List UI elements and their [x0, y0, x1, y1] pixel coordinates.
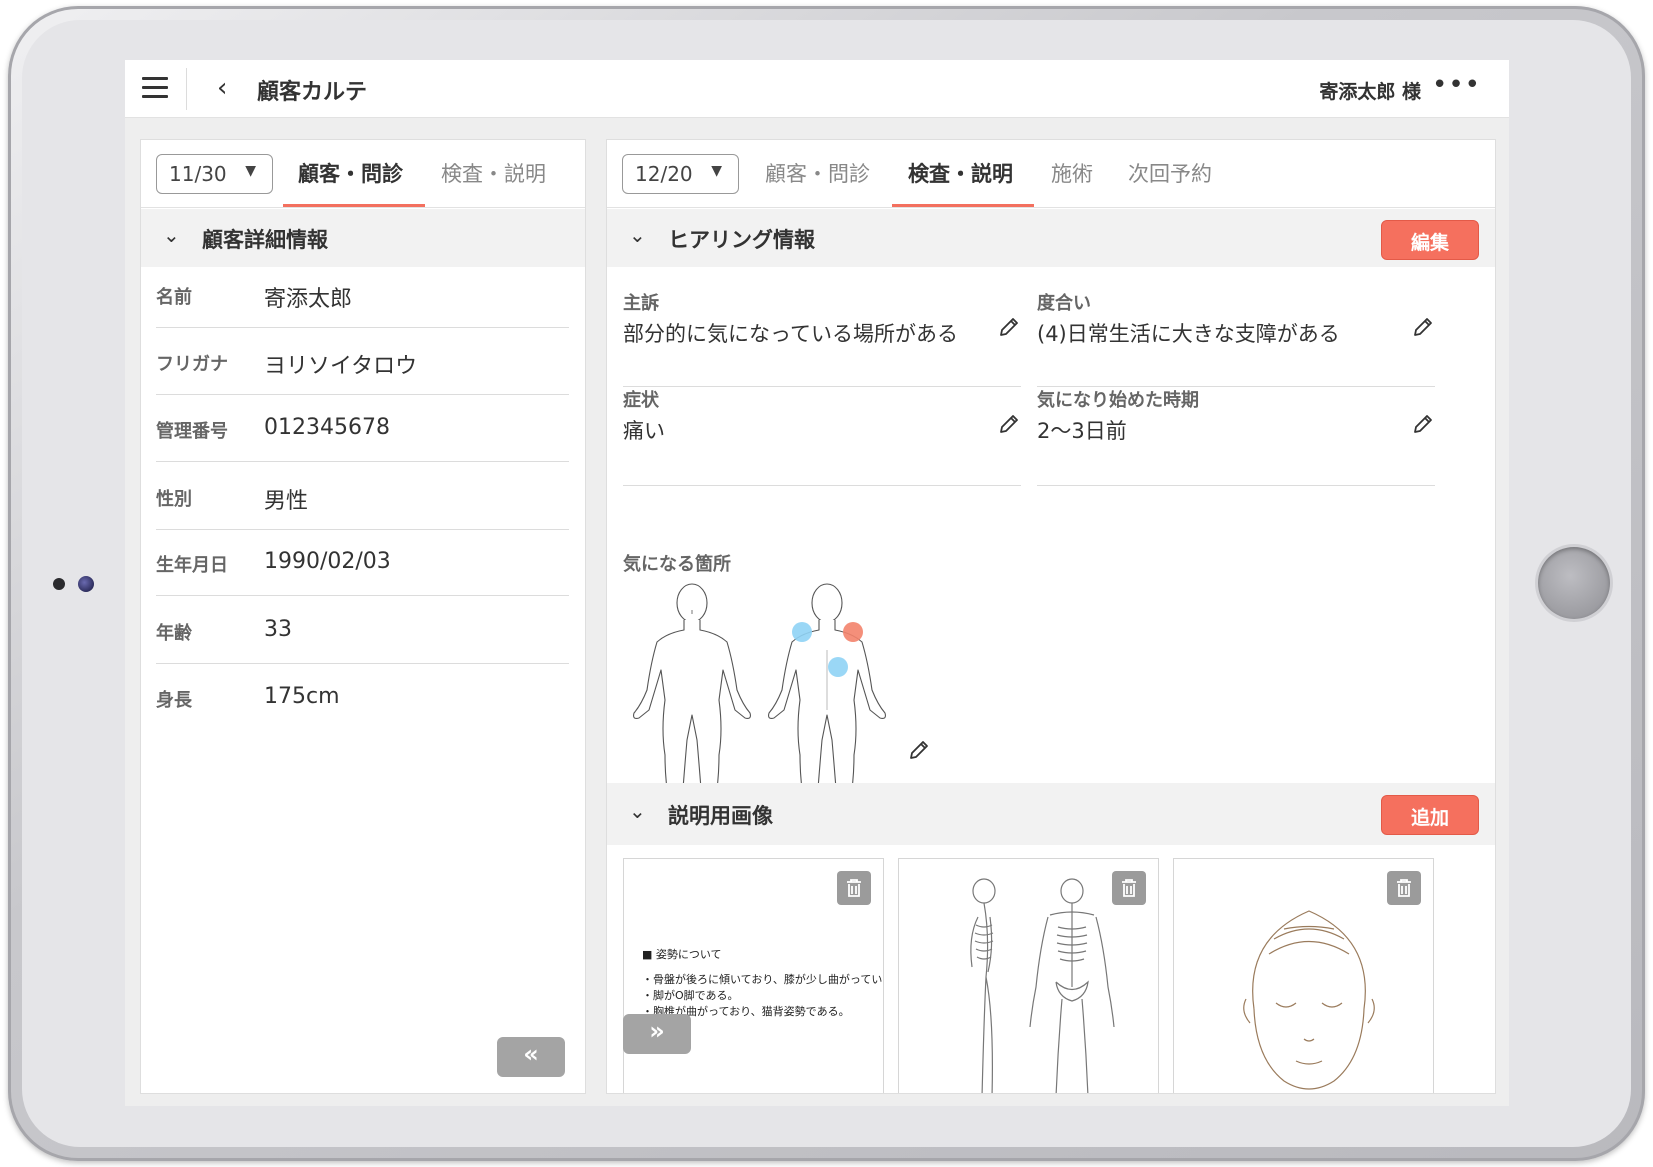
chevron-down-icon[interactable]: ⌄: [163, 223, 180, 247]
hearing-title: ヒアリング情報: [668, 228, 815, 252]
more-options-icon[interactable]: •••: [1432, 70, 1481, 100]
chevron-down-icon[interactable]: ⌄: [629, 223, 646, 247]
field-value: 部分的に気になっている場所がある: [623, 322, 958, 346]
info-row-birthdate: 生年月日 1990/02/03: [156, 529, 569, 596]
info-label: 生年月日: [156, 555, 228, 576]
right-panel: 12/20 ▼ 顧客・問診 検査・説明 施術 次回予約 ⌄ ヒアリング情報 編集…: [606, 139, 1496, 1094]
info-label: フリガナ: [156, 354, 228, 375]
images-title: 説明用画像: [668, 804, 773, 828]
right-tab-underline: [892, 204, 1034, 207]
info-value: 男性: [264, 489, 309, 514]
field-value: 痛い: [623, 419, 665, 443]
camera-lens: [78, 576, 94, 592]
concern-area-label: 気になる箇所: [623, 554, 731, 575]
memo-line: ■ 姿勢について: [642, 948, 722, 961]
info-label: 身長: [156, 690, 192, 711]
images-header: ⌄ 説明用画像 追加: [607, 783, 1495, 845]
right-tab-customer[interactable]: 顧客・問診: [765, 158, 870, 188]
info-row-height: 身長 175cm: [156, 664, 569, 731]
pencil-icon[interactable]: [997, 412, 1021, 436]
topbar-divider: [186, 68, 187, 110]
info-row-furigana: フリガナ ヨリソイタロウ: [156, 328, 569, 395]
right-date-select[interactable]: 12/20 ▼: [622, 154, 739, 194]
caret-down-icon: ▼: [245, 163, 256, 179]
concern-marker-right-shoulder[interactable]: [843, 622, 863, 642]
memo-line: ・骨盤が後ろに傾いており、膝が少し曲がっている。: [642, 973, 884, 986]
info-value: 33: [264, 617, 292, 642]
chevron-down-icon[interactable]: ⌄: [629, 799, 646, 823]
left-panel: 11/30 ▼ 顧客・問診 検査・説明 ⌄ 顧客詳細情報 名前 寄添太郎 フリガ…: [140, 139, 586, 1094]
app-screen: ‹ 顧客カルテ 寄添太郎 様 ••• 11/30 ▼ 顧客・問診 検査・説明 ⌄…: [125, 60, 1509, 1106]
collapse-left-button[interactable]: «: [497, 1037, 565, 1077]
double-chevron-right-icon: »: [649, 1017, 665, 1045]
user-name: 寄添太郎 様: [1319, 81, 1421, 103]
pencil-icon[interactable]: [907, 738, 931, 762]
left-tab-underline: [283, 204, 425, 207]
left-tab-exam[interactable]: 検査・説明: [441, 158, 546, 188]
trash-icon: [1397, 879, 1411, 897]
trash-button[interactable]: [837, 871, 871, 905]
back-chevron-icon[interactable]: ‹: [217, 74, 227, 102]
expand-button[interactable]: »: [623, 1014, 691, 1054]
right-date-value: 12/20: [635, 162, 693, 186]
left-date-select[interactable]: 11/30 ▼: [156, 154, 273, 194]
field-value: (4)日常生活に大きな支障がある: [1037, 322, 1340, 346]
info-row-age: 年齢 33: [156, 597, 569, 664]
page-title: 顧客カルテ: [257, 80, 368, 105]
right-tabbar: 12/20 ▼ 顧客・問診 検査・説明 施術 次回予約: [607, 140, 1495, 208]
field-onset: 気になり始めた時期 2〜3日前: [1037, 386, 1435, 486]
field-chief-complaint: 主訴 部分的に気になっている場所がある: [623, 289, 1021, 387]
left-date-value: 11/30: [169, 162, 227, 186]
memo-line: ・脚がO脚である。: [642, 989, 739, 1002]
customer-detail-header: ⌄ 顧客詳細情報: [141, 209, 585, 267]
face-illustration: [1243, 910, 1375, 1090]
trash-button[interactable]: [1387, 871, 1421, 905]
field-label: 度合い: [1037, 293, 1091, 314]
double-chevron-left-icon: «: [523, 1040, 539, 1068]
right-tab-next-booking[interactable]: 次回予約: [1128, 158, 1212, 188]
hamburger-menu-icon[interactable]: [142, 77, 168, 99]
skeleton-illustration: [970, 878, 1115, 1093]
sensor-dot: [53, 578, 65, 590]
info-row-name: 名前 寄添太郎: [156, 261, 569, 328]
info-value: 寄添太郎: [264, 287, 353, 312]
field-symptom: 症状 痛い: [623, 386, 1021, 486]
left-tab-customer[interactable]: 顧客・問診: [298, 158, 403, 188]
info-label: 性別: [156, 489, 192, 510]
info-row-id: 管理番号 012345678: [156, 395, 569, 462]
left-tabbar: 11/30 ▼ 顧客・問診 検査・説明: [141, 140, 585, 208]
field-label: 症状: [623, 390, 659, 411]
edit-button[interactable]: 編集: [1381, 220, 1479, 260]
trash-icon: [847, 879, 861, 897]
info-value: 175cm: [264, 684, 340, 709]
field-label: 気になり始めた時期: [1037, 390, 1199, 411]
info-label: 年齢: [156, 623, 192, 644]
add-button[interactable]: 追加: [1381, 795, 1479, 835]
info-label: 名前: [156, 287, 192, 308]
customer-detail-title: 顧客詳細情報: [202, 228, 328, 252]
field-severity: 度合い (4)日常生活に大きな支障がある: [1037, 289, 1435, 387]
info-value: 1990/02/03: [264, 549, 391, 574]
caret-down-icon: ▼: [711, 163, 722, 179]
image-card-memo[interactable]: ■ 姿勢について ・骨盤が後ろに傾いており、膝が少し曲がっている。 ・脚がO脚で…: [623, 858, 884, 1093]
right-tab-exam[interactable]: 検査・説明: [908, 158, 1013, 188]
info-value: 012345678: [264, 415, 390, 440]
concern-marker-left-shoulder[interactable]: [792, 622, 812, 642]
image-card-skeleton[interactable]: [898, 858, 1159, 1093]
right-tab-treatment[interactable]: 施術: [1051, 158, 1093, 188]
info-value: ヨリソイタロウ: [264, 354, 418, 379]
concern-marker-back[interactable]: [828, 657, 848, 677]
pencil-icon[interactable]: [1411, 412, 1435, 436]
info-row-gender: 性別 男性: [156, 463, 569, 530]
image-card-face[interactable]: [1173, 858, 1434, 1093]
info-label: 管理番号: [156, 421, 228, 442]
top-bar: ‹ 顧客カルテ 寄添太郎 様 •••: [125, 60, 1509, 118]
field-value: 2〜3日前: [1037, 419, 1127, 443]
field-label: 主訴: [623, 293, 659, 314]
pencil-icon[interactable]: [1411, 315, 1435, 339]
home-button[interactable]: [1538, 547, 1610, 619]
pencil-icon[interactable]: [997, 315, 1021, 339]
hearing-header: ⌄ ヒアリング情報 編集: [607, 209, 1495, 267]
